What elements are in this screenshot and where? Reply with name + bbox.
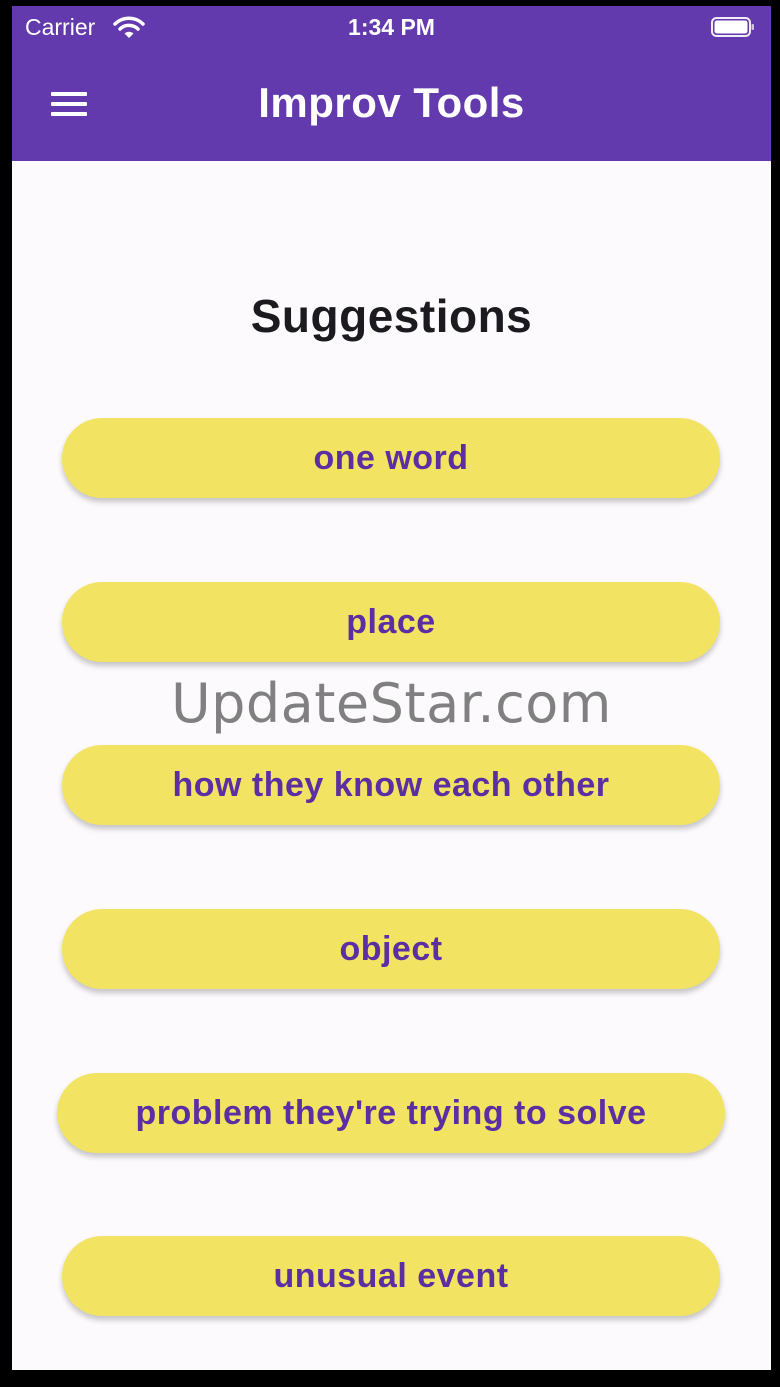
status-time: 1:34 PM: [348, 14, 435, 40]
suggestion-button-one-word[interactable]: one word: [62, 418, 720, 498]
suggestion-button-how-they-know-each-other[interactable]: how they know each other: [62, 745, 720, 825]
suggestion-button-unusual-event[interactable]: unusual event: [62, 1236, 720, 1316]
app-title: Improv Tools: [258, 79, 525, 126]
status-bar: Carrier 1:34 PM: [12, 6, 771, 50]
battery-icon: [711, 17, 754, 37]
suggestion-button-problem[interactable]: problem they're trying to solve: [57, 1073, 725, 1153]
app-bar: Carrier 1:34 PM Improv Tools: [12, 6, 771, 161]
suggestion-button-object[interactable]: object: [62, 909, 720, 989]
app-screen: Carrier 1:34 PM Improv Tools Suggestions…: [12, 6, 771, 1370]
suggestion-button-place[interactable]: place: [62, 582, 720, 662]
page-heading: Suggestions: [250, 290, 533, 342]
watermark-text: UpdateStar.com: [171, 672, 612, 735]
